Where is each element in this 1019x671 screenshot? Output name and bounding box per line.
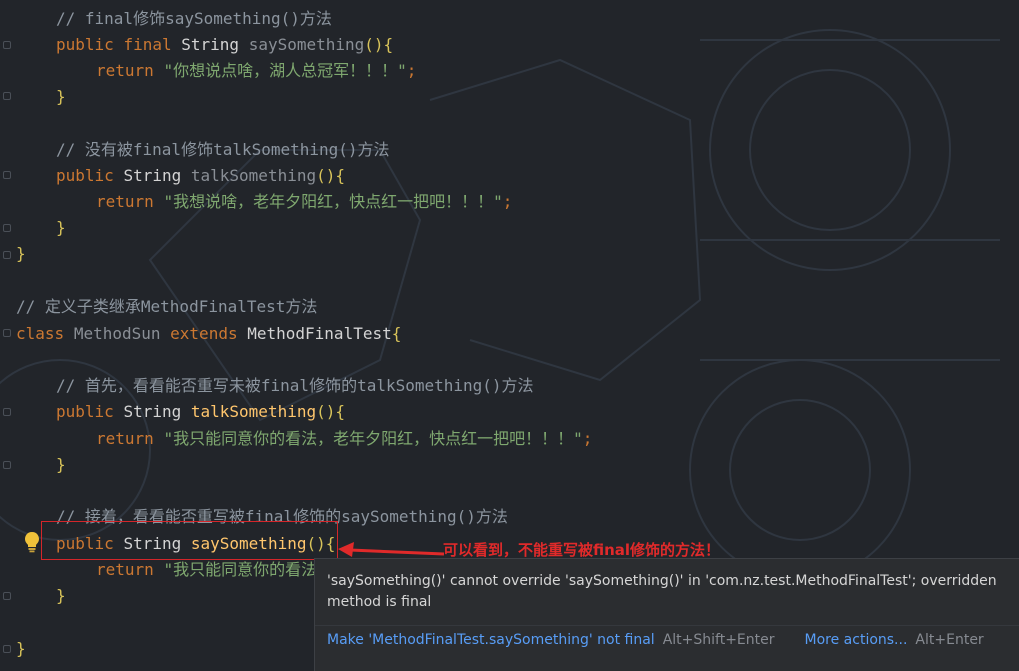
brace: { [383, 35, 394, 54]
code-line[interactable]: } [16, 452, 66, 478]
keyword: class [16, 324, 65, 343]
semicolon: ; [406, 61, 417, 80]
keyword: return [96, 560, 154, 579]
parens: () [316, 402, 336, 421]
code-comment: // 首先，看看能否重写未被final修饰的talkSomething()方法 [56, 376, 534, 395]
fold-marker-icon[interactable] [3, 329, 11, 337]
code-line[interactable]: public String talkSomething(){ [16, 163, 345, 189]
fold-marker-icon[interactable] [3, 408, 11, 416]
error-tooltip-popup: 'saySomething()' cannot override 'saySom… [314, 558, 1019, 671]
code-comment: // final修饰saySomething()方法 [56, 9, 332, 28]
brace: { [335, 166, 346, 185]
code-line[interactable]: return "你想说点啥，湖人总冠军！！！"; [16, 58, 416, 84]
fold-marker-icon[interactable] [3, 92, 11, 100]
code-line[interactable]: // final修饰saySomething()方法 [16, 6, 332, 32]
class-name: MethodSun [73, 324, 161, 343]
fold-marker-icon[interactable] [3, 41, 11, 49]
annotation-text: 可以看到，不能重写被final修饰的方法！ [443, 541, 721, 559]
string-literal: "你想说点啥，湖人总冠军！！！" [163, 61, 407, 80]
more-actions-link[interactable]: More actions... [805, 632, 908, 648]
code-comment: // 定义子类继承MethodFinalTest方法 [16, 297, 318, 316]
code-line[interactable]: // 没有被final修饰talkSomething()方法 [16, 137, 390, 163]
make-not-final-action[interactable]: Make 'MethodFinalTest.saySomething' not … [327, 632, 655, 648]
brace: } [16, 639, 26, 658]
fold-marker-icon[interactable] [3, 461, 11, 469]
editor-gutter [0, 0, 14, 671]
brace: } [16, 244, 26, 263]
shortcut-hint: Alt+Shift+Enter [662, 632, 775, 648]
keyword: return [96, 192, 154, 211]
code-line[interactable]: public String talkSomething(){ [16, 399, 345, 425]
keyword: public [56, 402, 114, 421]
keyword: return [96, 429, 154, 448]
code-line[interactable]: } [16, 241, 26, 267]
popup-divider [315, 625, 1019, 626]
brace: } [56, 87, 66, 106]
fold-marker-icon[interactable] [3, 592, 11, 600]
semicolon: ; [582, 429, 593, 448]
lightbulb-icon[interactable] [23, 531, 41, 553]
string-literal: "我只能同意你的看法，老年夕阳红，快点红一把吧！！！" [163, 429, 583, 448]
fold-marker-icon[interactable] [3, 251, 11, 259]
keyword: public [56, 35, 114, 54]
code-line[interactable]: } [16, 215, 66, 241]
code-line[interactable]: return "我只能同意你的看法 [16, 557, 317, 583]
code-line[interactable]: } [16, 636, 26, 662]
fold-marker-icon[interactable] [3, 171, 11, 179]
error-highlight-box [41, 521, 338, 560]
fold-marker-icon[interactable] [3, 645, 11, 653]
semicolon: ; [502, 192, 513, 211]
brace: } [56, 218, 66, 237]
code-line[interactable]: public final String saySomething(){ [16, 32, 393, 58]
parent-class-name: MethodFinalTest [247, 324, 392, 343]
code-line[interactable]: } [16, 583, 66, 609]
code-line[interactable]: } [16, 84, 66, 110]
code-comment: // 没有被final修饰talkSomething()方法 [56, 140, 390, 159]
type-name: String [123, 402, 182, 421]
brace: { [391, 324, 402, 343]
keyword: extends [170, 324, 238, 343]
code-line[interactable]: // 首先，看看能否重写未被final修饰的talkSomething()方法 [16, 373, 534, 399]
keyword: public [56, 166, 114, 185]
string-literal: "我想说啥，老年夕阳红，快点红一把吧！！！" [163, 192, 503, 211]
method-name: talkSomething [190, 166, 317, 185]
popup-actions: Make 'MethodFinalTest.saySomething' not … [327, 632, 984, 648]
type-name: String [123, 166, 182, 185]
brace: } [56, 586, 66, 605]
string-literal: "我只能同意你的看法 [163, 560, 318, 579]
keyword: final [123, 35, 172, 54]
error-message: 'saySomething()' cannot override 'saySom… [327, 573, 997, 610]
method-name: talkSomething [190, 402, 317, 421]
code-line[interactable]: // 定义子类继承MethodFinalTest方法 [16, 294, 317, 320]
brace: { [335, 402, 346, 421]
parens: () [316, 166, 336, 185]
keyword: return [96, 61, 154, 80]
code-line[interactable]: return "我只能同意你的看法，老年夕阳红，快点红一把吧！！！"; [16, 426, 592, 452]
code-line[interactable]: class MethodSun extends MethodFinalTest{ [16, 321, 401, 347]
parens: () [364, 35, 384, 54]
code-line[interactable]: return "我想说啥，老年夕阳红，快点红一把吧！！！"; [16, 189, 512, 215]
brace: } [56, 455, 66, 474]
type-name: String [181, 35, 240, 54]
fold-marker-icon[interactable] [3, 224, 11, 232]
shortcut-hint: Alt+Enter [915, 632, 984, 648]
method-name: saySomething [248, 35, 365, 54]
